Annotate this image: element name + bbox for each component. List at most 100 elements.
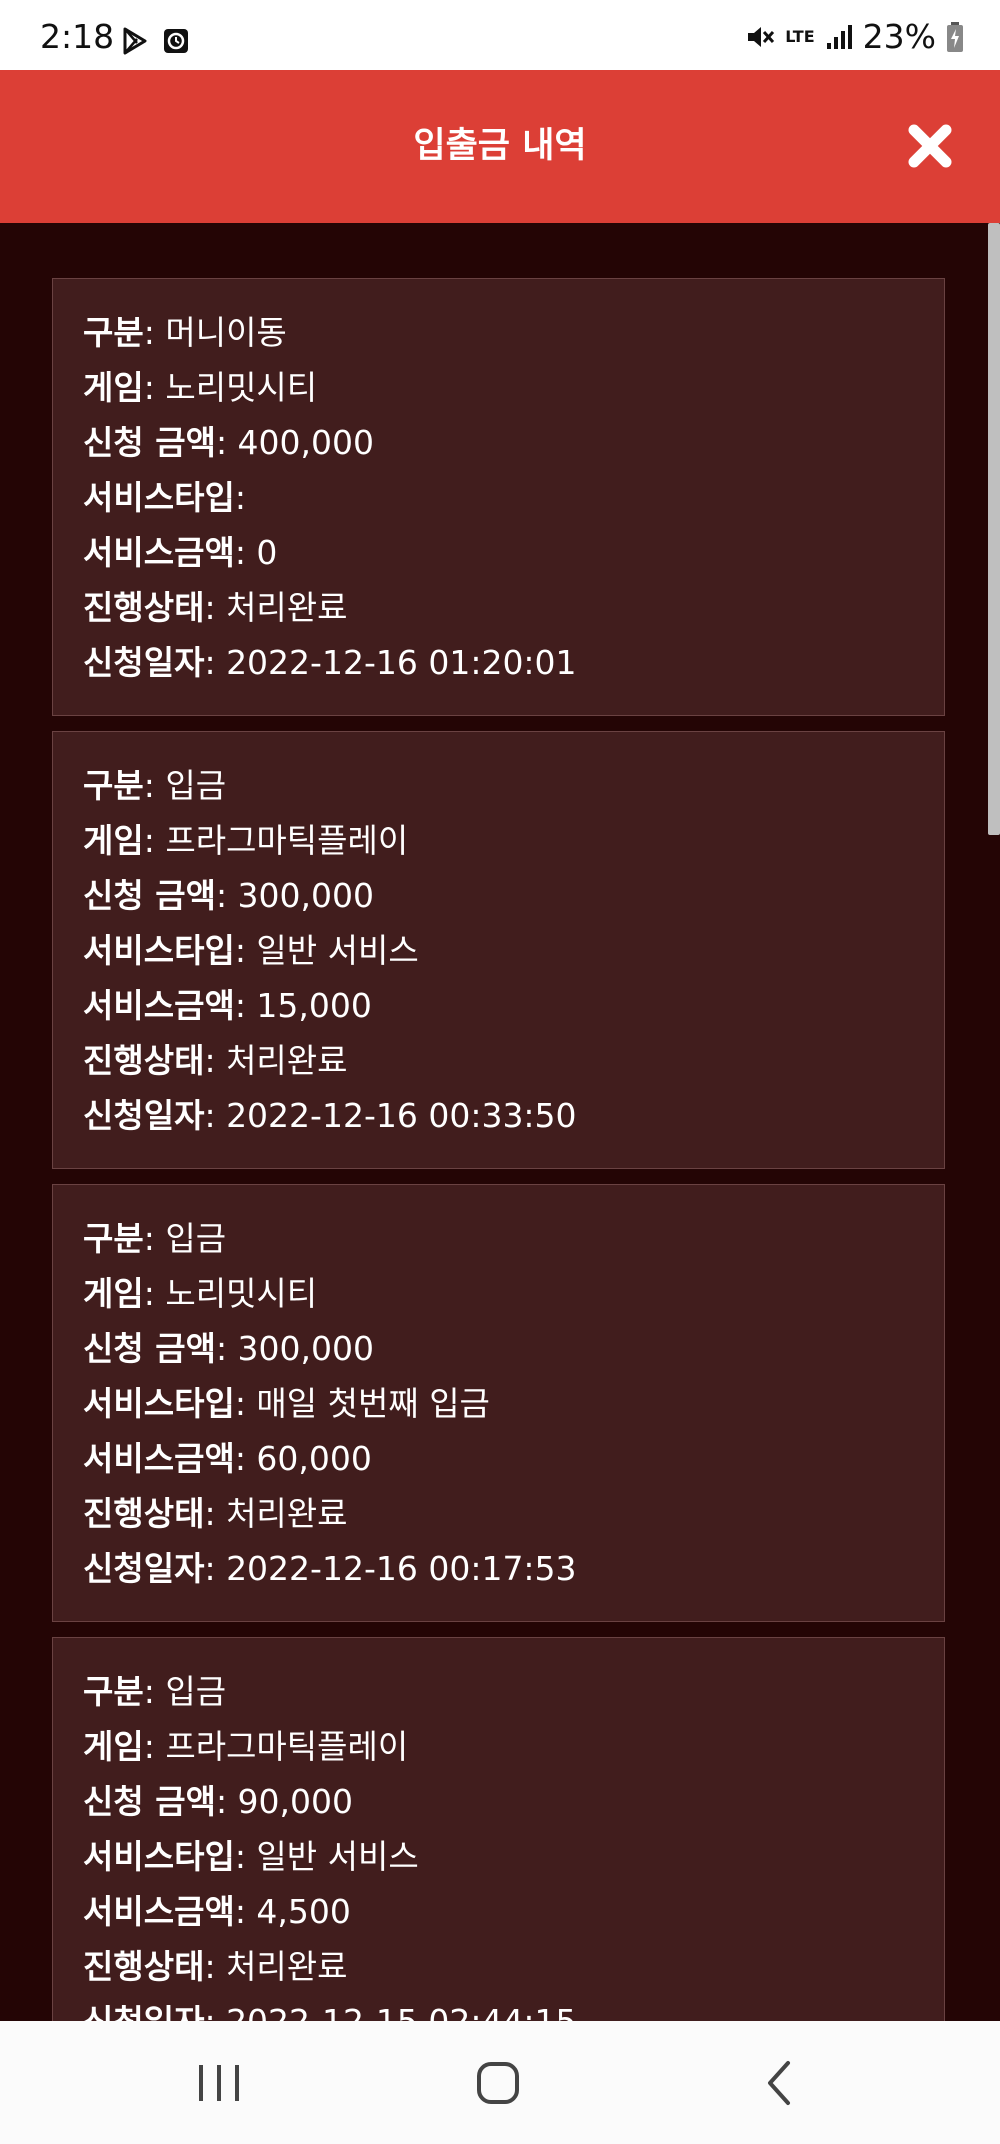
label-service-amount: 서비스금액	[83, 986, 235, 1025]
value-service-type: 매일 첫번째 입금	[256, 1384, 490, 1423]
status-time: 2:18	[40, 17, 115, 56]
row-game: 게임: 노리밋시티	[83, 1274, 318, 1313]
value-service-type: 일반 서비스	[256, 931, 419, 970]
transaction-card: 구분: 입금 게임: 노리밋시티 신청 금액: 300,000 서비스타입: 매…	[52, 1184, 945, 1622]
system-nav-bar	[0, 2021, 1000, 2144]
row-date: 신청일자: 2022-12-16 00:17:53	[83, 1549, 577, 1588]
row-service-amount: 서비스금액: 4,500	[83, 1892, 351, 1931]
row-game: 게임: 프라그마틱플레이	[83, 821, 409, 860]
value-service-type: 일반 서비스	[256, 1837, 419, 1876]
row-date: 신청일자: 2022-12-16 01:20:01	[83, 643, 577, 682]
row-service-type: 서비스타입: 일반 서비스	[83, 931, 419, 970]
value-amount: 400,000	[237, 423, 375, 462]
close-button[interactable]	[904, 120, 956, 172]
label-service-type: 서비스타입	[83, 1384, 235, 1423]
label-game: 게임	[83, 1274, 144, 1313]
row-date: 신청일자: 2022-12-16 00:33:50	[83, 1096, 577, 1135]
value-game: 노리밋시티	[165, 368, 318, 407]
back-button[interactable]	[750, 2055, 810, 2111]
battery-percent: 23%	[862, 17, 936, 56]
value-type: 머니이동	[165, 313, 287, 352]
label-amount: 신청 금액	[83, 423, 216, 462]
label-service-type: 서비스타입	[83, 931, 235, 970]
label-status: 진행상태	[83, 1494, 205, 1533]
label-service-type: 서비스타입	[83, 478, 235, 517]
label-game: 게임	[83, 821, 144, 860]
label-service-amount: 서비스금액	[83, 1892, 235, 1931]
label-date: 신청일자	[83, 2002, 204, 2021]
value-date: 2022-12-16 00:33:50	[226, 1096, 577, 1135]
row-service-amount: 서비스금액: 0	[83, 533, 278, 572]
row-game: 게임: 프라그마틱플레이	[83, 1727, 409, 1766]
value-type: 입금	[165, 1219, 227, 1258]
lte-indicator: LTE	[785, 26, 815, 46]
label-date: 신청일자	[83, 1549, 205, 1588]
value-game: 프라그마틱플레이	[165, 821, 409, 860]
battery-charging-icon	[947, 21, 963, 52]
value-status: 처리완료	[226, 1494, 348, 1533]
row-date: 신청일자: 2022-12-15 02:44:15	[83, 2002, 577, 2021]
recents-icon	[199, 2065, 239, 2101]
recents-button[interactable]	[189, 2055, 249, 2111]
transaction-card: 구분: 머니이동 게임: 노리밋시티 신청 금액: 400,000 서비스타입:…	[52, 278, 945, 716]
label-status: 진행상태	[83, 588, 205, 627]
mute-icon	[748, 26, 775, 47]
value-status: 처리완료	[226, 1041, 348, 1080]
home-button[interactable]	[468, 2055, 528, 2111]
row-amount: 신청 금액: 300,000	[83, 1329, 375, 1368]
value-amount: 300,000	[237, 1329, 375, 1368]
transaction-list[interactable]: 구분: 머니이동 게임: 노리밋시티 신청 금액: 400,000 서비스타입:…	[0, 223, 1000, 2021]
row-amount: 신청 금액: 90,000	[83, 1782, 354, 1821]
label-service-amount: 서비스금액	[83, 1439, 235, 1478]
label-date: 신청일자	[83, 1096, 205, 1135]
value-status: 처리완료	[226, 588, 348, 627]
row-status: 진행상태: 처리완료	[83, 1041, 348, 1080]
value-service-amount: 15,000	[256, 986, 372, 1025]
row-status: 진행상태: 처리완료	[83, 588, 348, 627]
back-icon	[768, 2061, 790, 2105]
play-store-icon	[123, 27, 147, 55]
label-service-amount: 서비스금액	[83, 533, 235, 572]
label-type: 구분	[83, 1219, 144, 1258]
row-type: 구분: 입금	[83, 1219, 227, 1258]
label-game: 게임	[83, 1727, 144, 1766]
transaction-card: 구분: 입금 게임: 프라그마틱플레이 신청 금액: 300,000 서비스타입…	[52, 731, 945, 1169]
row-amount: 신청 금액: 300,000	[83, 876, 375, 915]
status-notification-icons	[120, 26, 190, 56]
status-bar: 2:18 LTE 23%	[0, 0, 1000, 70]
clock-app-icon	[164, 29, 188, 53]
row-status: 진행상태: 처리완료	[83, 1947, 348, 1986]
row-amount: 신청 금액: 400,000	[83, 423, 375, 462]
value-status: 처리완료	[226, 1947, 348, 1986]
row-service-type: 서비스타입: 일반 서비스	[83, 1837, 419, 1876]
label-type: 구분	[83, 1672, 144, 1711]
value-amount: 300,000	[237, 876, 375, 915]
label-game: 게임	[83, 368, 144, 407]
row-type: 구분: 머니이동	[83, 313, 287, 352]
signal-icon	[826, 24, 852, 49]
close-icon	[908, 124, 952, 168]
label-amount: 신청 금액	[83, 876, 216, 915]
value-service-amount: 4,500	[256, 1892, 351, 1931]
label-status: 진행상태	[83, 1041, 205, 1080]
label-status: 진행상태	[83, 1947, 205, 1986]
label-type: 구분	[83, 766, 144, 805]
row-type: 구분: 입금	[83, 1672, 227, 1711]
row-type: 구분: 입금	[83, 766, 227, 805]
label-date: 신청일자	[83, 643, 205, 682]
value-type: 입금	[165, 1672, 227, 1711]
label-service-type: 서비스타입	[83, 1837, 235, 1876]
value-game: 노리밋시티	[165, 1274, 318, 1313]
page-title: 입출금 내역	[413, 126, 587, 166]
transaction-card: 구분: 입금 게임: 프라그마틱플레이 신청 금액: 90,000 서비스타입:…	[52, 1637, 945, 2021]
value-date: 2022-12-16 01:20:01	[226, 643, 577, 682]
value-service-amount: 0	[256, 533, 278, 572]
value-game: 프라그마틱플레이	[165, 1727, 409, 1766]
value-service-amount: 60,000	[256, 1439, 372, 1478]
label-type: 구분	[83, 313, 144, 352]
value-amount: 90,000	[237, 1782, 354, 1821]
value-date: 2022-12-15 02:44:15	[226, 2002, 576, 2021]
row-service-amount: 서비스금액: 15,000	[83, 986, 372, 1025]
scrollbar-thumb[interactable]	[988, 223, 1000, 835]
label-amount: 신청 금액	[83, 1329, 216, 1368]
